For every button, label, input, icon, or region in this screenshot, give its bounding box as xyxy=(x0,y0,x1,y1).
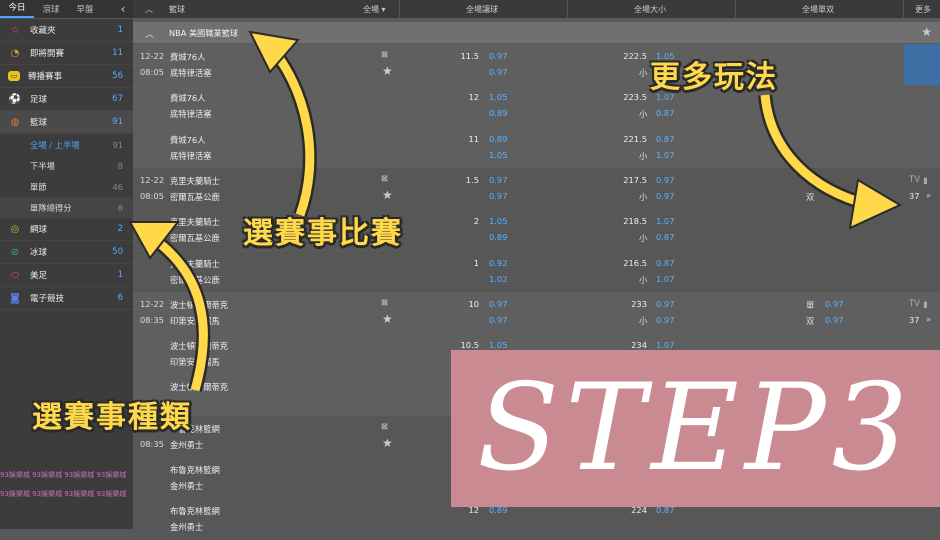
arrow-head xyxy=(848,178,903,230)
step-banner: STEP3 xyxy=(451,350,940,507)
annotation-select-match: 選賽事比賽 xyxy=(243,216,403,251)
step-label: STEP3 xyxy=(477,359,914,498)
annotation-more-bets: 更多玩法 xyxy=(650,60,778,95)
annotation-select-type: 選賽事種類 xyxy=(32,400,192,435)
